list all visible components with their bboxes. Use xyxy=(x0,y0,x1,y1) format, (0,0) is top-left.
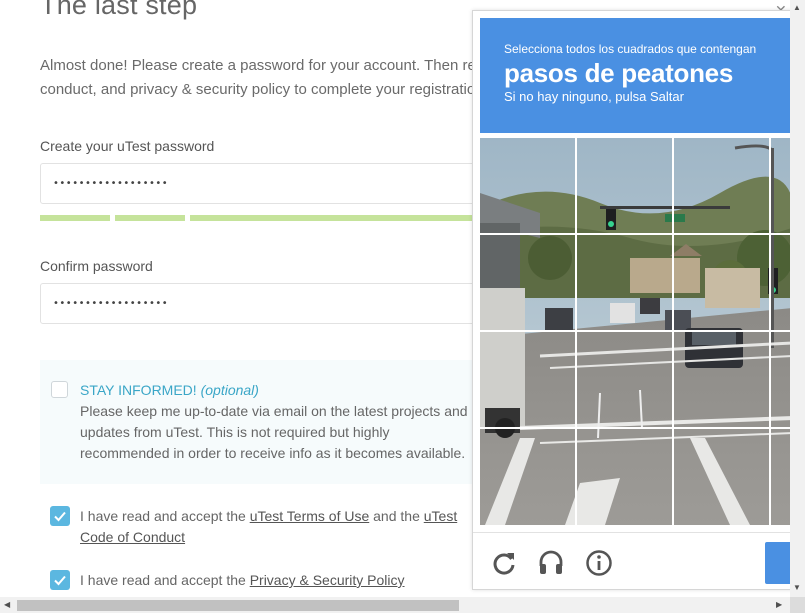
terms-prefix: I have read and accept the xyxy=(80,508,250,524)
captcha-tile[interactable] xyxy=(771,235,790,330)
captcha-header: Selecciona todos los cuadrados que conte… xyxy=(480,18,790,133)
password-strength-meter xyxy=(40,215,475,221)
terms-consent-text: I have read and accept the uTest Terms o… xyxy=(80,506,480,548)
confirm-password-field[interactable]: •••••••••••••••••• xyxy=(40,283,510,324)
captcha-tile[interactable] xyxy=(480,429,575,525)
captcha-subtitle: Si no hay ninguno, pulsa Saltar xyxy=(504,89,684,104)
privacy-policy-link[interactable]: Privacy & Security Policy xyxy=(250,572,405,588)
strength-segment xyxy=(115,215,185,221)
vertical-scrollbar[interactable]: ▲ ▼ xyxy=(790,0,805,597)
captcha-image-grid xyxy=(480,138,790,525)
scroll-right-arrow-icon[interactable]: ▶ xyxy=(776,600,782,609)
checkmark-icon xyxy=(54,511,66,522)
captcha-instruction: Selecciona todos los cuadrados que conte… xyxy=(504,42,757,56)
captcha-tile[interactable] xyxy=(674,138,769,233)
captcha-tile[interactable] xyxy=(771,429,790,525)
page-title: The last step xyxy=(40,0,198,20)
strength-segment xyxy=(190,215,475,221)
strength-segment xyxy=(40,215,110,221)
privacy-consent-text: I have read and accept the Privacy & Sec… xyxy=(80,570,480,591)
horizontal-scrollbar[interactable]: ◀ ▶ xyxy=(0,597,790,613)
captcha-tile[interactable] xyxy=(577,235,672,330)
info-icon[interactable] xyxy=(585,549,613,577)
captcha-tile[interactable] xyxy=(577,429,672,525)
captcha-footer xyxy=(473,532,790,589)
scroll-left-arrow-icon[interactable]: ◀ xyxy=(4,600,10,609)
captcha-tile[interactable] xyxy=(771,332,790,427)
grid-divider xyxy=(480,233,790,235)
captcha-tile[interactable] xyxy=(674,429,769,525)
privacy-checkbox[interactable] xyxy=(50,570,70,590)
captcha-target: pasos de peatones xyxy=(504,58,733,88)
audio-icon[interactable] xyxy=(537,549,565,577)
scroll-down-arrow-icon[interactable]: ▼ xyxy=(793,583,801,592)
password-field[interactable]: •••••••••••••••••• xyxy=(40,163,510,204)
terms-of-use-link[interactable]: uTest Terms of Use xyxy=(250,508,370,524)
terms-middle: and the xyxy=(369,508,424,524)
captcha-tile[interactable] xyxy=(480,138,575,233)
captcha-tile[interactable] xyxy=(674,332,769,427)
captcha-tile[interactable] xyxy=(480,235,575,330)
checkmark-icon xyxy=(54,575,66,586)
captcha-tile[interactable] xyxy=(674,235,769,330)
stay-informed-heading: STAY INFORMED! xyxy=(80,382,197,398)
scroll-up-arrow-icon[interactable]: ▲ xyxy=(793,3,801,12)
optional-tag: (optional) xyxy=(200,382,259,398)
stay-informed-title: STAY INFORMED! (optional) xyxy=(80,382,259,398)
grid-divider xyxy=(480,427,790,429)
registration-page: The last step Almost done! Please create… xyxy=(0,0,790,597)
reload-icon[interactable] xyxy=(490,549,518,577)
scrollbar-corner xyxy=(790,597,805,613)
captcha-tiles xyxy=(480,138,790,525)
confirm-password-label: Confirm password xyxy=(40,258,153,274)
captcha-tile[interactable] xyxy=(480,332,575,427)
grid-divider xyxy=(480,330,790,332)
password-label: Create your uTest password xyxy=(40,138,215,154)
horizontal-scroll-thumb[interactable] xyxy=(17,600,459,611)
captcha-challenge: Selecciona todos los cuadrados que conte… xyxy=(472,10,790,590)
captcha-tile[interactable] xyxy=(577,138,672,233)
stay-informed-checkbox[interactable] xyxy=(51,381,68,398)
captcha-tile[interactable] xyxy=(577,332,672,427)
verify-button[interactable] xyxy=(765,542,790,584)
stay-informed-description: Please keep me up-to-date via email on t… xyxy=(80,403,468,461)
terms-checkbox[interactable] xyxy=(50,506,70,526)
captcha-tile[interactable] xyxy=(771,138,790,233)
privacy-prefix: I have read and accept the xyxy=(80,572,250,588)
